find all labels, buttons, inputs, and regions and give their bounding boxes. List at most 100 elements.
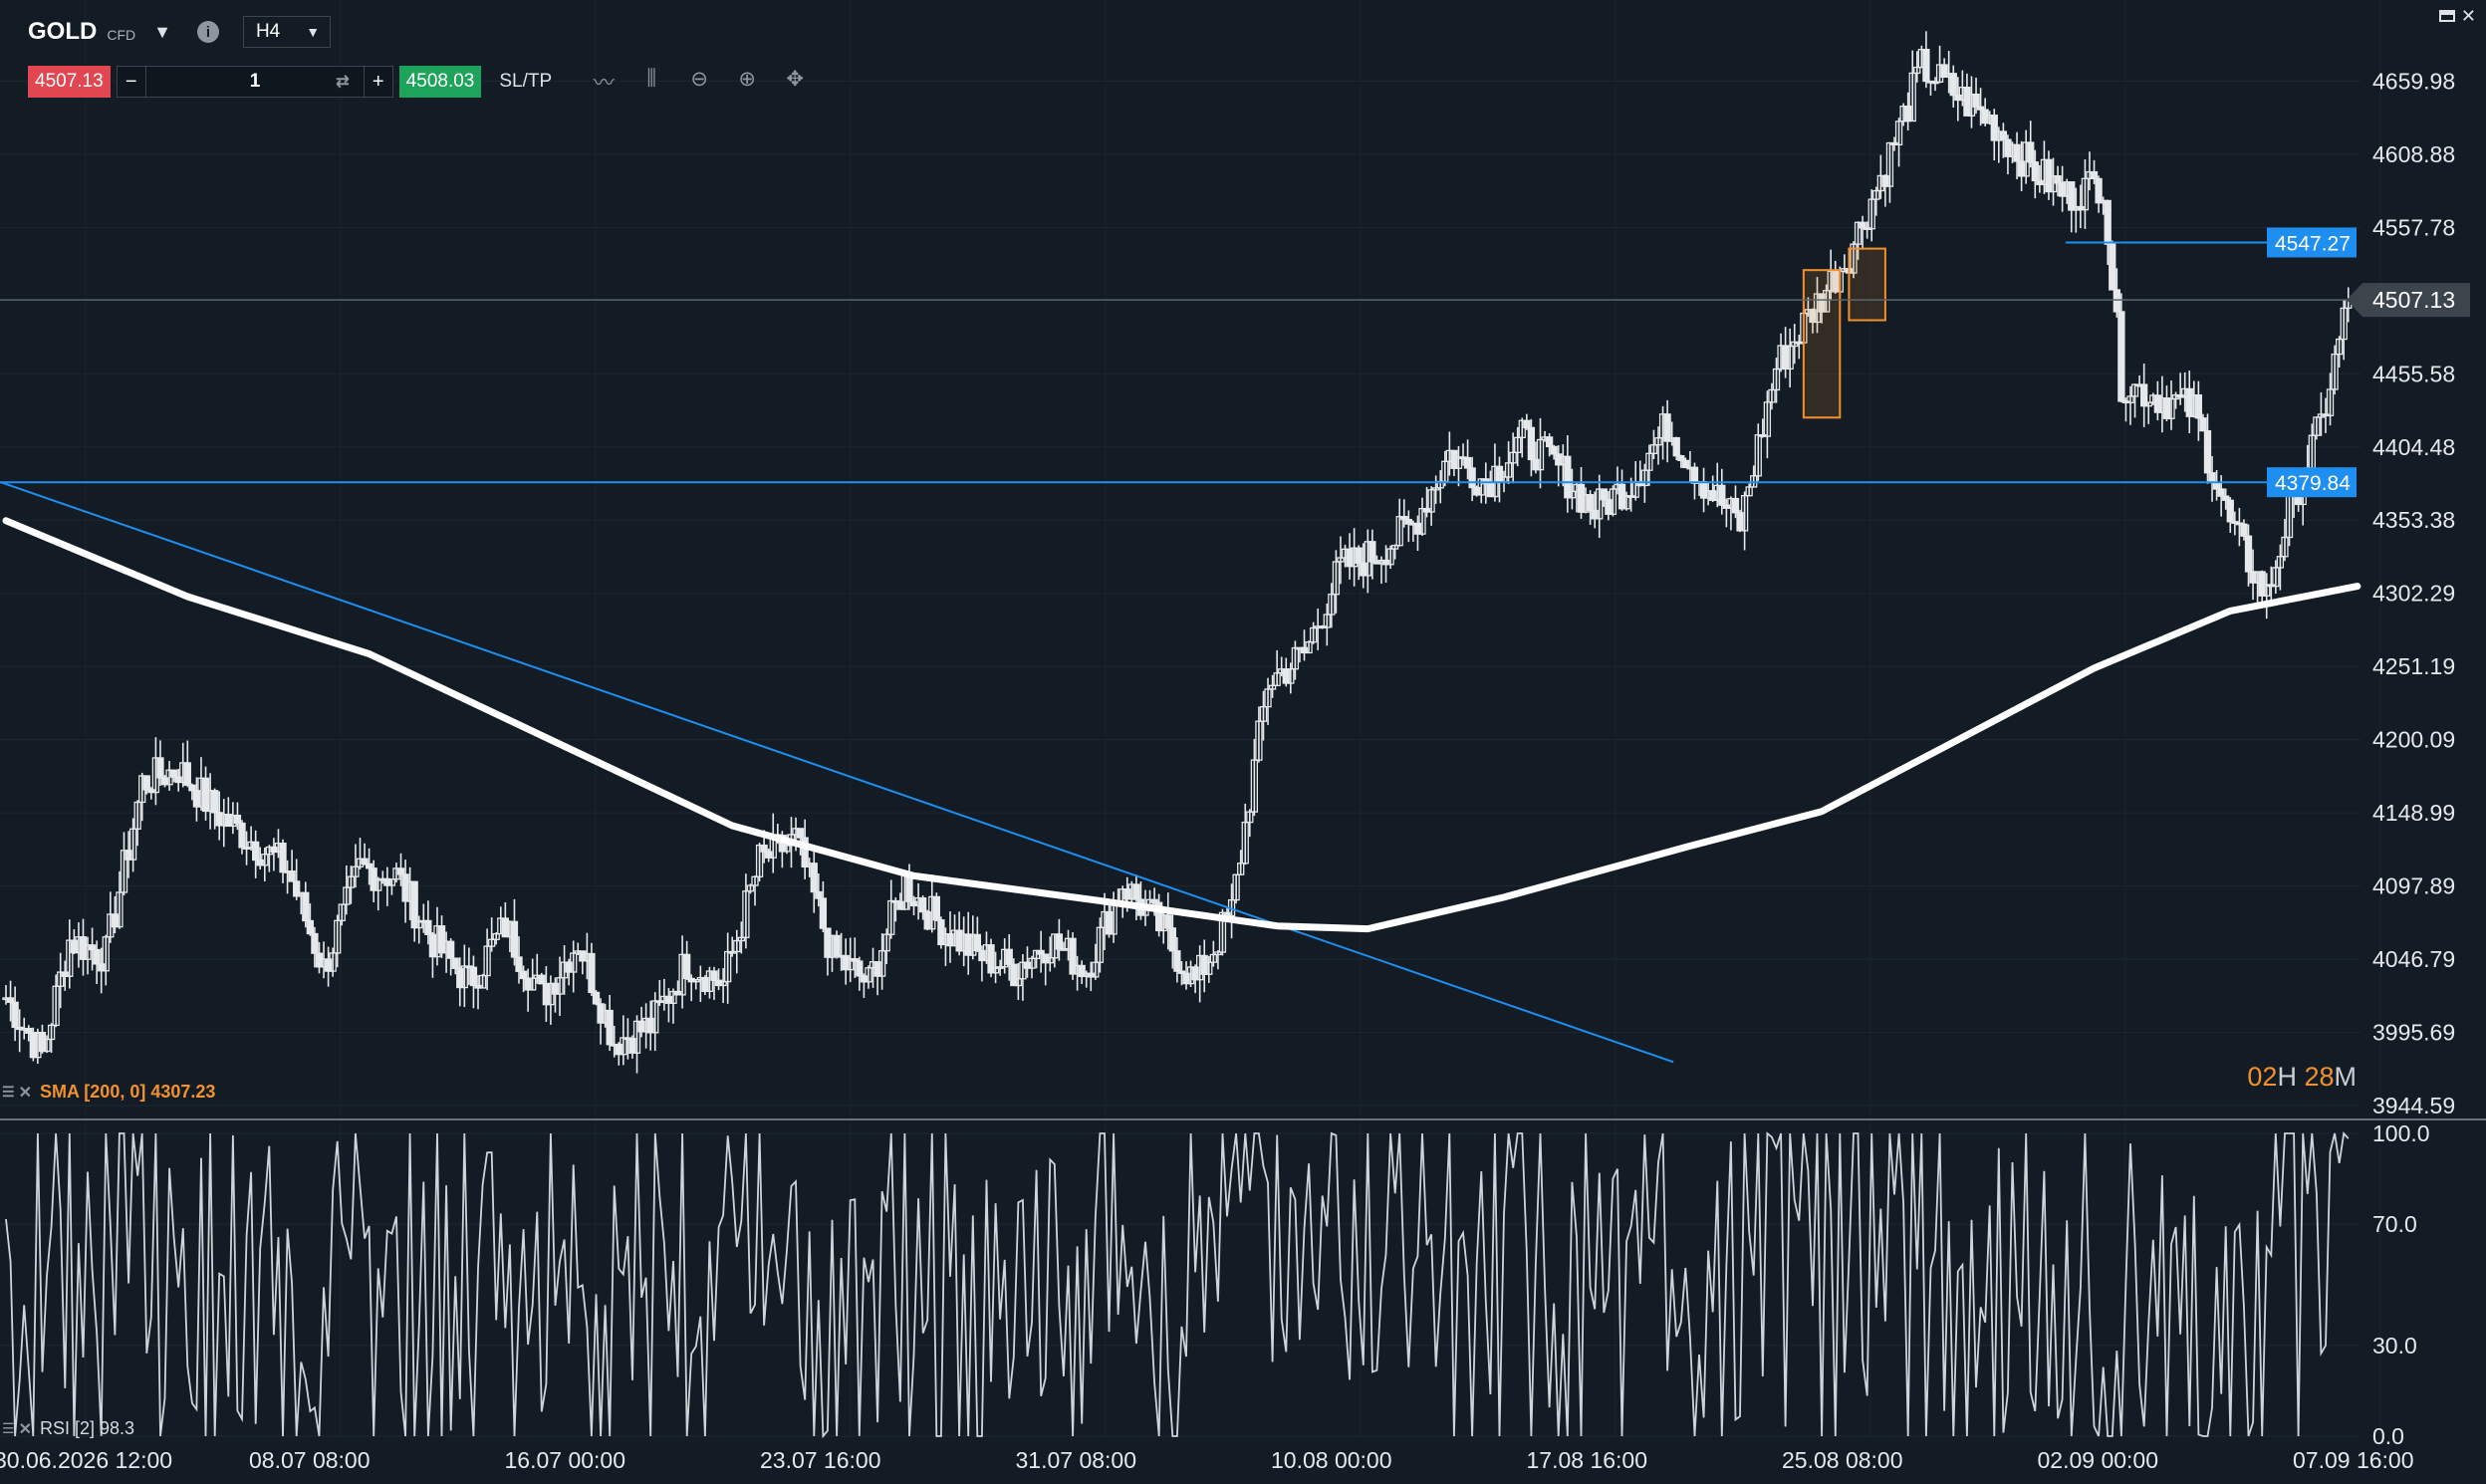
sltp-button[interactable]: SL/TP [499,71,552,93]
time-tick-label: 10.08 00:00 [1271,1447,1392,1473]
candle-body [169,769,178,778]
candle-body [2194,394,2203,419]
candle [1395,498,1403,547]
candle [2095,175,2103,213]
swap-icon[interactable]: ⇄ [336,72,349,92]
quantity-stepper: − 1 ⇄ + [116,66,393,98]
candle [2144,401,2152,424]
zoom-out-icon[interactable]: ⊖ [675,67,723,97]
candle-body [796,828,805,839]
candle-body [2212,481,2221,490]
candle-body [396,867,405,875]
time-tick-label: 08.07 08:00 [249,1447,371,1473]
candle [592,990,601,1006]
chart-tools: 〰 ⫼ ⊖ ⊕ ✥ [580,67,819,97]
chevron-down-icon[interactable]: ▼ [153,22,171,43]
indicator-settings-icon[interactable]: ☰ [2,1084,15,1101]
candle [1699,467,1708,513]
sma-legend[interactable]: ☰ ✕ SMA [200, 0] 4307.23 [2,1082,215,1103]
candle-body [1173,950,1181,972]
indicator-settings-icon[interactable]: ☰ [2,1420,15,1437]
increase-quantity-button[interactable]: + [365,67,392,97]
buy-price-button[interactable]: 4508.03 [398,66,482,98]
candle-body [1672,436,1680,457]
candle-body [905,874,913,902]
candle-body [810,863,818,893]
candle-body [93,948,101,965]
candle [66,919,74,989]
candle-body [1681,459,1689,469]
candle-body [2031,161,2039,182]
candle-body [2013,143,2021,162]
countdown-minutes-unit: M [2334,1062,2358,1092]
rsi-line [5,1130,2350,1439]
candle-body [1545,436,1554,448]
horizontal-line-label: 4547.27 [2275,232,2351,255]
candle [588,942,596,997]
candle-body [592,991,601,1005]
candle [1309,621,1318,644]
window-controls: ✕ [2438,6,2476,27]
candle-body [410,880,418,929]
candle [1019,953,1027,1001]
candle-body [815,890,823,899]
line-chart-icon[interactable]: 〰 [580,67,627,97]
sell-price-button[interactable]: 4507.13 [28,66,111,98]
candle-body [1164,914,1172,929]
candle-body [2090,170,2099,180]
candle [538,972,546,985]
candle-body [2113,289,2120,313]
candle-countdown: 02H 28M [2247,1062,2357,1093]
sma-label: SMA [200, 0] 4307.23 [39,1082,216,1102]
quantity-input[interactable]: 1 ⇄ [144,67,365,97]
price-tick-label: 4557.78 [2372,214,2455,240]
zoom-in-icon[interactable]: ⊕ [723,67,771,97]
timeframe-select[interactable]: H4 ▼ [242,16,332,48]
price-tick-label: 4659.98 [2372,68,2455,94]
candle-body [1731,497,1740,514]
info-icon[interactable]: i [196,21,219,43]
time-tick-label: 16.07 00:00 [505,1447,626,1473]
candle-body [1999,130,2008,140]
candle-body [1663,413,1671,442]
remove-indicator-icon[interactable]: ✕ [19,1083,32,1103]
symbol-name[interactable]: GOLD [28,18,97,46]
rsi-legend[interactable]: ☰ ✕ RSI [2] 98.3 [2,1418,134,1439]
minimize-icon[interactable] [2438,10,2455,22]
candle-body [2117,311,2125,402]
remove-indicator-icon[interactable]: ✕ [19,1419,32,1439]
candle [973,916,981,952]
candle [856,956,864,991]
candle [1586,490,1595,525]
candle-body [2027,141,2035,163]
candle-body [233,814,242,825]
candle-body [11,1001,19,1029]
candle [683,940,691,980]
crosshair-icon[interactable]: ✥ [771,67,819,97]
candle-body [288,870,296,882]
current-price-label: 4507.13 [2372,287,2455,313]
candle [1536,417,1545,489]
candle-body [1972,93,1980,108]
close-icon[interactable]: ✕ [2461,6,2476,27]
decrease-quantity-button[interactable]: − [118,67,145,97]
candle [1922,31,1930,89]
rsi-label: RSI [2] 98.3 [39,1418,135,1438]
candle [469,955,478,1009]
trendline [0,481,1674,1064]
candles-icon[interactable]: ⫼ [627,67,675,97]
price-tick-label: 3944.59 [2372,1093,2455,1118]
candle-body [424,919,432,935]
candle-body [2244,535,2253,573]
candle-body [1859,221,1866,229]
candle-body [188,784,196,792]
candle-body [1586,494,1595,512]
candle [1273,649,1281,686]
price-tick-label: 4302.29 [2372,581,2455,607]
candle-body [973,933,981,952]
candle [932,892,940,922]
candle-body [683,953,691,980]
candle [1754,423,1762,481]
candle-body [2199,417,2207,432]
price-chart[interactable]: 100.0 70.0 30.0 0.0 4547.27 4379.84 4507.13 4… [0,0,2486,1484]
